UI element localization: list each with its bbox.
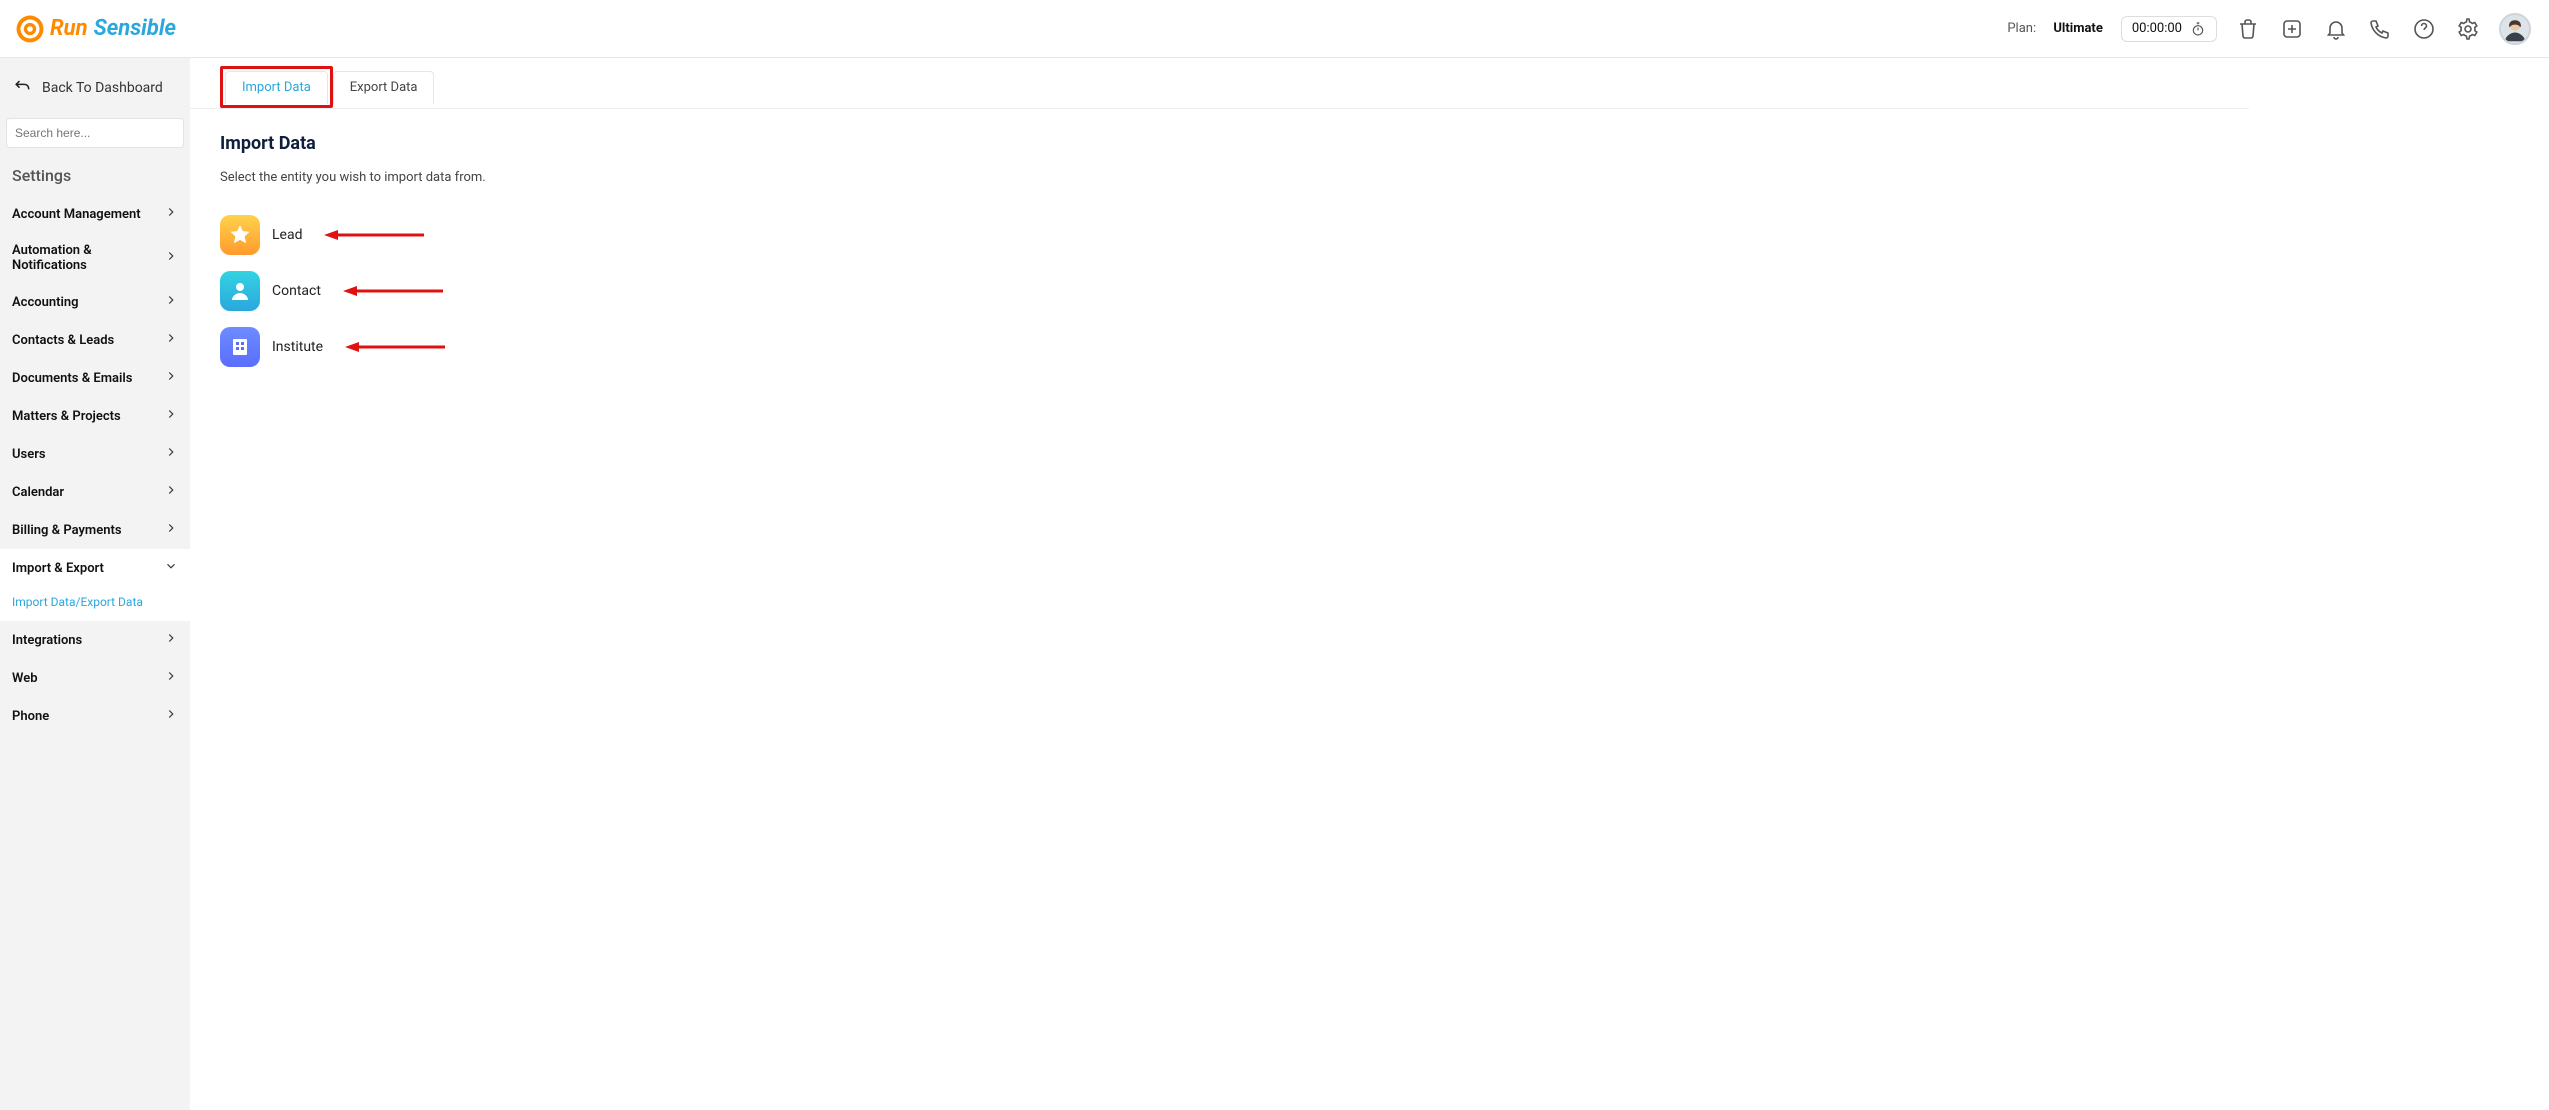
logo-word2: Sensible [94,16,176,41]
entity-label: Contact [272,283,321,299]
logo-icon [16,15,44,43]
nav-billing-payments[interactable]: Billing & Payments [0,511,190,549]
page-title: Import Data [220,133,1450,154]
chevron-right-icon [164,521,178,539]
chevron-right-icon [164,249,178,267]
plan-label: Plan: [2007,21,2036,36]
nav-calendar[interactable]: Calendar [0,473,190,511]
chevron-right-icon [164,445,178,463]
timer[interactable]: 00:00:00 [2121,16,2217,42]
chevron-right-icon [164,631,178,649]
chevron-right-icon [164,407,178,425]
building-icon [220,327,260,367]
nav-import-export[interactable]: Import & Export [0,549,190,587]
back-icon [12,76,32,100]
nav-label: Import & Export [12,561,104,576]
back-label: Back To Dashboard [42,80,163,96]
user-avatar[interactable] [2499,13,2531,45]
header-right: Plan: Ultimate 00:00:00 [2007,13,2531,45]
nav-account-management[interactable]: Account Management [0,195,190,233]
nav-label: Billing & Payments [12,523,122,538]
chevron-right-icon [164,669,178,687]
chevron-right-icon [164,331,178,349]
nav-label: Phone [12,709,49,724]
nav-label: Automation & Notifications [12,243,164,273]
chevron-down-icon [164,559,178,577]
plan-indicator: Plan: Ultimate [2007,21,2103,36]
app-logo[interactable]: RunSensible [16,15,176,43]
nav-users[interactable]: Users [0,435,190,473]
chevron-right-icon [164,293,178,311]
chevron-right-icon [164,707,178,725]
tab-import-data[interactable]: Import Data [225,71,328,104]
add-note-icon[interactable] [2279,16,2305,42]
entity-label: Lead [272,227,302,243]
chevron-right-icon [164,205,178,223]
bell-icon[interactable] [2323,16,2349,42]
tabs-row: Import Data Export Data [190,58,2249,109]
plan-value: Ultimate [2053,21,2103,36]
nav-contacts-leads[interactable]: Contacts & Leads [0,321,190,359]
back-to-dashboard[interactable]: Back To Dashboard [0,62,190,112]
main-content: Import Data Export Data Import Data Sele… [190,58,2549,1110]
nav-label: Users [12,447,46,462]
nav-label: Calendar [12,485,64,500]
nav-integrations[interactable]: Integrations [0,621,190,659]
annotation-arrow-icon [345,341,445,353]
help-icon[interactable] [2411,16,2437,42]
nav-label: Accounting [12,295,79,310]
nav-matters-projects[interactable]: Matters & Projects [0,397,190,435]
nav-label: Documents & Emails [12,371,132,386]
settings-heading: Settings [0,158,190,195]
entity-institute[interactable]: Institute [220,319,1450,375]
logo-word1: Run [50,16,88,41]
annotation-arrow-icon [343,285,443,297]
nav-label: Matters & Projects [12,409,121,424]
star-icon [220,215,260,255]
app-header: RunSensible Plan: Ultimate 00:00:00 [0,0,2549,58]
nav-phone[interactable]: Phone [0,697,190,735]
entity-label: Institute [272,339,323,355]
nav-label: Web [12,671,38,686]
nav-automation-notifications[interactable]: Automation & Notifications [0,233,190,283]
entity-contact[interactable]: Contact [220,263,1450,319]
person-icon [220,271,260,311]
nav-label: Contacts & Leads [12,333,114,348]
sidebar-search [6,118,184,148]
settings-nav: Account Management Automation & Notifica… [0,195,190,735]
tab-export-data[interactable]: Export Data [333,71,435,104]
nav-documents-emails[interactable]: Documents & Emails [0,359,190,397]
chevron-right-icon [164,483,178,501]
nav-label: Integrations [12,633,82,648]
annotation-arrow-icon [324,229,424,241]
entity-lead[interactable]: Lead [220,207,1450,263]
phone-icon[interactable] [2367,16,2393,42]
nav-web[interactable]: Web [0,659,190,697]
trash-icon[interactable] [2235,16,2261,42]
search-input[interactable] [6,118,184,148]
nav-sub-import-export[interactable]: Import Data/Export Data [0,587,190,621]
settings-sidebar: Back To Dashboard Settings Account Manag… [0,58,190,1110]
stopwatch-icon [2190,21,2206,37]
nav-label: Account Management [12,207,141,222]
timer-value: 00:00:00 [2132,21,2182,36]
nav-accounting[interactable]: Accounting [0,283,190,321]
chevron-right-icon [164,369,178,387]
gear-icon[interactable] [2455,16,2481,42]
annotation-highlight: Import Data [220,66,333,108]
page-subtitle: Select the entity you wish to import dat… [220,170,1450,185]
